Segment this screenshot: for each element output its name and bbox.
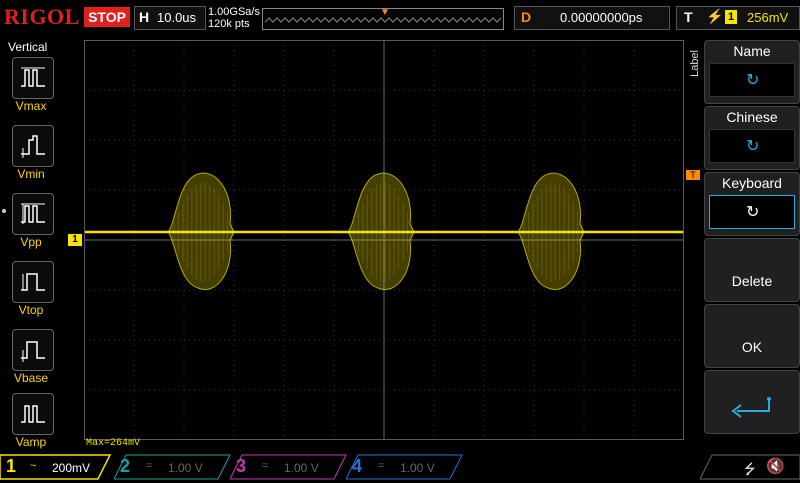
trigger-position-icon: ▼ (380, 7, 390, 18)
vpp-label: Vpp (20, 235, 42, 249)
menu-keyboard-label: Keyboard (722, 175, 782, 191)
vamp-button[interactable] (12, 393, 54, 435)
menu-keyboard-box: ↻ (709, 195, 795, 229)
vpp-icon (21, 203, 45, 224)
menu-ok-label: OK (741, 339, 763, 355)
brand-logo: RIGOL (4, 4, 80, 29)
vamp-label: Vamp (15, 435, 47, 449)
ch4-coupling-icon: = (378, 460, 385, 472)
vmin-label: Vmin (17, 167, 45, 181)
vbase-label: Vbase (13, 371, 49, 385)
ch1-offset-marker[interactable]: 1 (68, 234, 82, 246)
return-icon (731, 397, 771, 418)
vmax-icon (21, 67, 45, 87)
left-panel-title: Vertical (8, 40, 48, 54)
vmax-label: Vmax (15, 99, 47, 113)
ch1-number: 1 (6, 456, 17, 476)
delay-value: 0.00000000ps (560, 10, 643, 25)
trigger-source-badge: 1 (725, 10, 737, 24)
waveform-display[interactable] (84, 40, 684, 440)
ch2-number: 2 (120, 456, 131, 476)
timebase-value: 10.0us (157, 10, 197, 25)
knob-icon: ↻ (746, 138, 760, 155)
sound-muted-icon[interactable]: 🔇 (766, 457, 785, 475)
run-stop-status[interactable]: STOP (84, 7, 130, 27)
memory-depth: 120k pts (208, 18, 250, 30)
sample-rate: 1.00GSa/s (208, 6, 260, 18)
menu-keyboard-button[interactable]: Keyboard ↻ (704, 172, 800, 236)
menu-chinese-box: ↻ (709, 129, 795, 163)
menu-name-label: Name (733, 43, 771, 59)
knob-icon: ↻ (746, 204, 760, 221)
overview-trace (264, 17, 502, 23)
vbase-icon (21, 341, 45, 362)
vmin-button[interactable] (12, 125, 54, 167)
ch1-coupling-icon: ~ (30, 460, 37, 472)
vamp-icon (21, 405, 45, 423)
knob-icon: ↻ (746, 72, 760, 89)
ch3-number: 3 (236, 456, 247, 476)
ch3-scale: 1.00 V (284, 461, 319, 475)
delay-label: D (521, 9, 532, 25)
vmin-icon (21, 135, 45, 158)
selection-dot (2, 209, 6, 213)
rising-edge-icon: ⚡ (706, 8, 724, 24)
vmax-button[interactable] (12, 57, 54, 99)
trigger-label: T (684, 9, 693, 25)
ch3-coupling-icon: = (262, 460, 269, 472)
menu-return-button[interactable] (704, 370, 800, 434)
menu-ok-button[interactable]: OK (704, 304, 800, 368)
ch4-number: 4 (352, 456, 363, 476)
vtop-button[interactable] (12, 261, 54, 303)
vpp-button[interactable] (12, 193, 54, 235)
menu-delete-label: Delete (731, 273, 773, 289)
ch4-scale: 1.00 V (400, 461, 435, 475)
menu-title: Label (689, 50, 701, 77)
vtop-label: Vtop (18, 303, 44, 317)
menu-delete-button[interactable]: Delete (704, 238, 800, 302)
ch1-scale: 200mV (52, 461, 91, 475)
usb-icon: ⭍ (744, 461, 756, 477)
horizontal-label: H (139, 9, 150, 25)
measurement-readout: Max=264mV (86, 438, 141, 449)
ch2-coupling-icon: = (146, 460, 153, 472)
menu-name-button[interactable]: Name ↻ (704, 40, 800, 104)
menu-chinese-label: Chinese (726, 109, 778, 125)
menu-chinese-button[interactable]: Chinese ↻ (704, 106, 800, 170)
trigger-level-marker[interactable]: T (686, 170, 700, 180)
vtop-icon (21, 273, 45, 291)
vbase-button[interactable] (12, 329, 54, 371)
trigger-level: 256mV (747, 10, 789, 25)
menu-name-box: ↻ (709, 63, 795, 97)
ch2-scale: 1.00 V (168, 461, 203, 475)
